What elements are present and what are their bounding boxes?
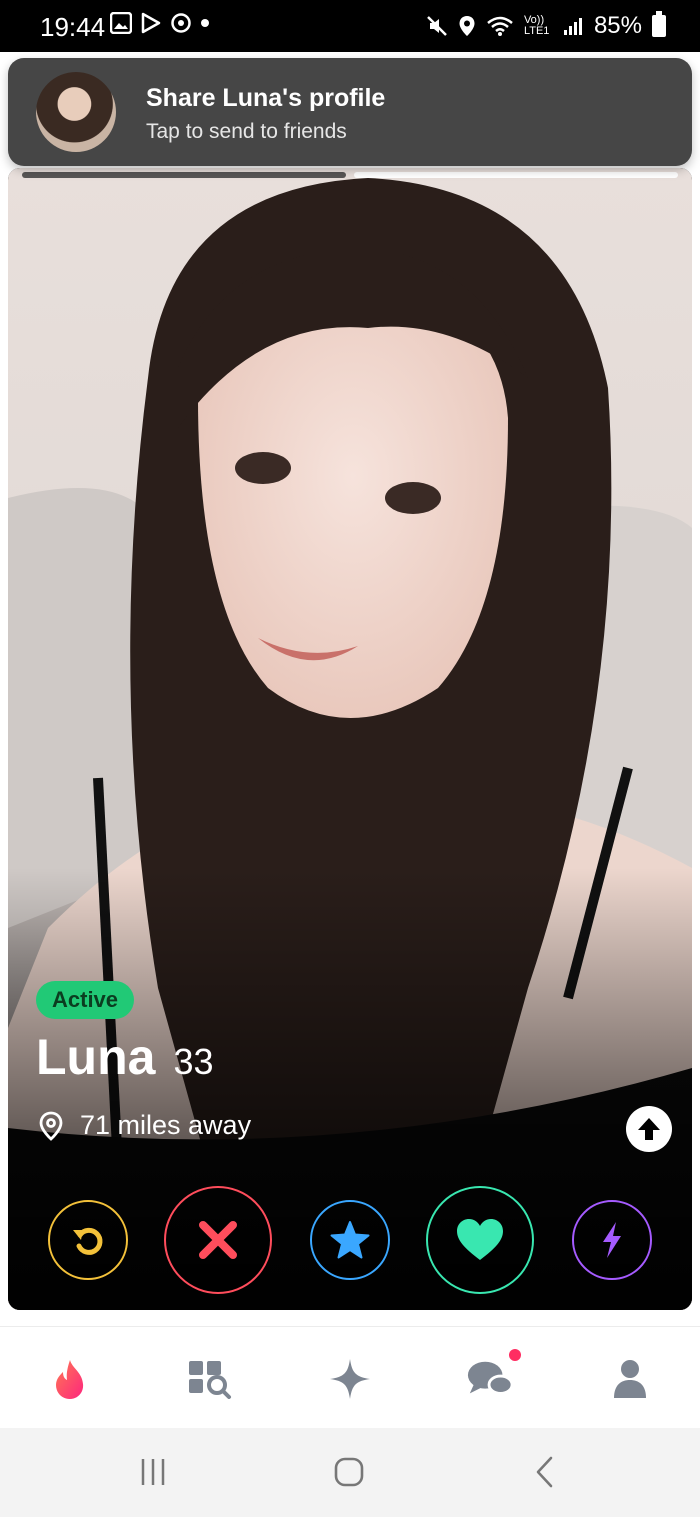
sync-icon — [171, 13, 191, 33]
play-store-icon — [141, 12, 161, 34]
super-like-button[interactable] — [310, 1200, 390, 1280]
sparkle-icon — [330, 1359, 370, 1399]
nav-profile[interactable] — [606, 1355, 654, 1403]
network-label: Vo)) LTE1 — [523, 14, 550, 37]
star-icon — [330, 1221, 370, 1259]
rewind-button[interactable] — [48, 1200, 128, 1280]
rewind-icon — [73, 1227, 103, 1255]
photo-progress-1 — [22, 172, 346, 178]
chat-notification-dot — [509, 1349, 521, 1361]
toast-subtitle: Tap to send to friends — [146, 120, 347, 143]
dot-icon — [201, 19, 209, 27]
arrow-up-icon — [638, 1118, 660, 1140]
status-time: 19:44 — [40, 12, 106, 42]
heart-icon — [457, 1219, 503, 1260]
profile-age: 33 — [173, 1041, 214, 1082]
nav-messages[interactable] — [466, 1355, 514, 1403]
back-button[interactable] — [528, 1454, 562, 1490]
nav-discover[interactable] — [326, 1355, 374, 1403]
photo-progress-2 — [354, 172, 678, 178]
status-notification-icons — [110, 12, 210, 34]
signal-icon — [563, 18, 582, 35]
recents-icon — [141, 1459, 165, 1485]
home-icon — [334, 1457, 364, 1487]
location-icon — [459, 16, 475, 36]
profile-name: Luna — [36, 1029, 156, 1085]
bottom-nav — [0, 1326, 700, 1429]
close-icon — [199, 1221, 237, 1259]
avatar — [36, 72, 116, 152]
profile-name-line: Luna 33 — [36, 1028, 213, 1086]
status-system-icons: Vo)) LTE1 85% — [426, 11, 666, 40]
profile-distance: 71 miles away — [38, 1110, 251, 1141]
nav-home[interactable] — [46, 1355, 94, 1403]
gallery-icon — [110, 12, 132, 34]
boost-button[interactable] — [572, 1200, 652, 1280]
flame-icon — [56, 1360, 84, 1399]
mute-icon — [427, 16, 447, 36]
nav-explore[interactable] — [186, 1355, 234, 1403]
open-profile-button[interactable] — [626, 1106, 672, 1152]
battery-icon — [652, 11, 666, 37]
recents-button[interactable] — [136, 1454, 170, 1490]
chat-icon — [467, 1361, 514, 1395]
back-icon — [536, 1456, 553, 1488]
action-bar — [8, 1184, 692, 1296]
system-nav-bar — [0, 1428, 700, 1517]
toast-title: Share Luna's profile — [146, 84, 386, 112]
like-button[interactable] — [426, 1186, 534, 1294]
lightning-icon — [603, 1222, 621, 1258]
profile-card[interactable]: Active Luna 33 71 miles away — [8, 168, 692, 1310]
profile-icon — [614, 1360, 646, 1398]
distance-text: 71 miles away — [80, 1110, 252, 1140]
share-profile-toast[interactable]: Share Luna's profile Tap to send to frie… — [8, 58, 692, 166]
explore-icon — [189, 1361, 231, 1399]
location-pin-icon — [39, 1111, 63, 1141]
wifi-icon — [487, 16, 513, 36]
home-button[interactable] — [332, 1454, 366, 1490]
nope-button[interactable] — [164, 1186, 272, 1294]
status-bar: 19:44 Vo)) LTE1 85% — [0, 0, 700, 52]
battery-percent: 85% — [593, 12, 642, 39]
active-badge: Active — [36, 981, 135, 1019]
